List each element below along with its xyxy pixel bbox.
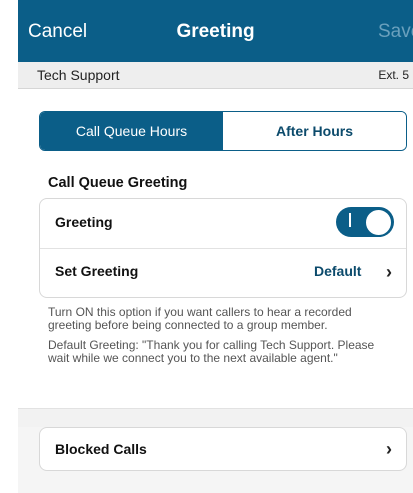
greeting-row: Greeting	[40, 199, 406, 249]
chevron-right-icon: ›	[386, 262, 392, 282]
toggle-on-mark-icon	[349, 213, 351, 227]
blocked-calls-label: Blocked Calls	[55, 441, 147, 457]
top-bar: Cancel Greeting Save	[18, 0, 413, 62]
tab-call-queue-hours[interactable]: Call Queue Hours	[40, 112, 223, 150]
set-greeting-row[interactable]: Set Greeting Default ›	[40, 248, 406, 297]
section-title: Call Queue Greeting	[48, 175, 188, 191]
greeting-settings-card: Greeting Set Greeting Default ›	[39, 198, 407, 298]
page-title: Greeting	[176, 21, 255, 42]
greeting-screen: Cancel Greeting Save Tech Support Ext. 5…	[18, 0, 413, 493]
queue-extension: Ext. 5	[378, 68, 409, 82]
default-greeting-text: Default Greeting: "Thank you for calling…	[48, 338, 375, 365]
greeting-toggle[interactable]	[336, 207, 394, 237]
hours-segmented-control: Call Queue Hours After Hours	[39, 111, 407, 151]
queue-info-bar: Tech Support Ext. 5	[18, 62, 413, 89]
set-greeting-label: Set Greeting	[55, 263, 139, 279]
section-divider	[18, 408, 413, 427]
blocked-calls-row[interactable]: Blocked Calls ›	[39, 427, 407, 471]
save-button[interactable]: Save	[378, 21, 413, 43]
queue-name: Tech Support	[37, 67, 120, 83]
greeting-settings: Call Queue Hours After Hours Call Queue …	[18, 89, 413, 408]
toggle-knob	[365, 208, 392, 236]
tab-after-hours[interactable]: After Hours	[223, 112, 406, 150]
greeting-help-text: Turn ON this option if you want callers …	[48, 305, 352, 332]
greeting-label: Greeting	[55, 214, 113, 230]
chevron-right-icon: ›	[386, 439, 392, 459]
set-greeting-value: Default	[314, 263, 362, 279]
